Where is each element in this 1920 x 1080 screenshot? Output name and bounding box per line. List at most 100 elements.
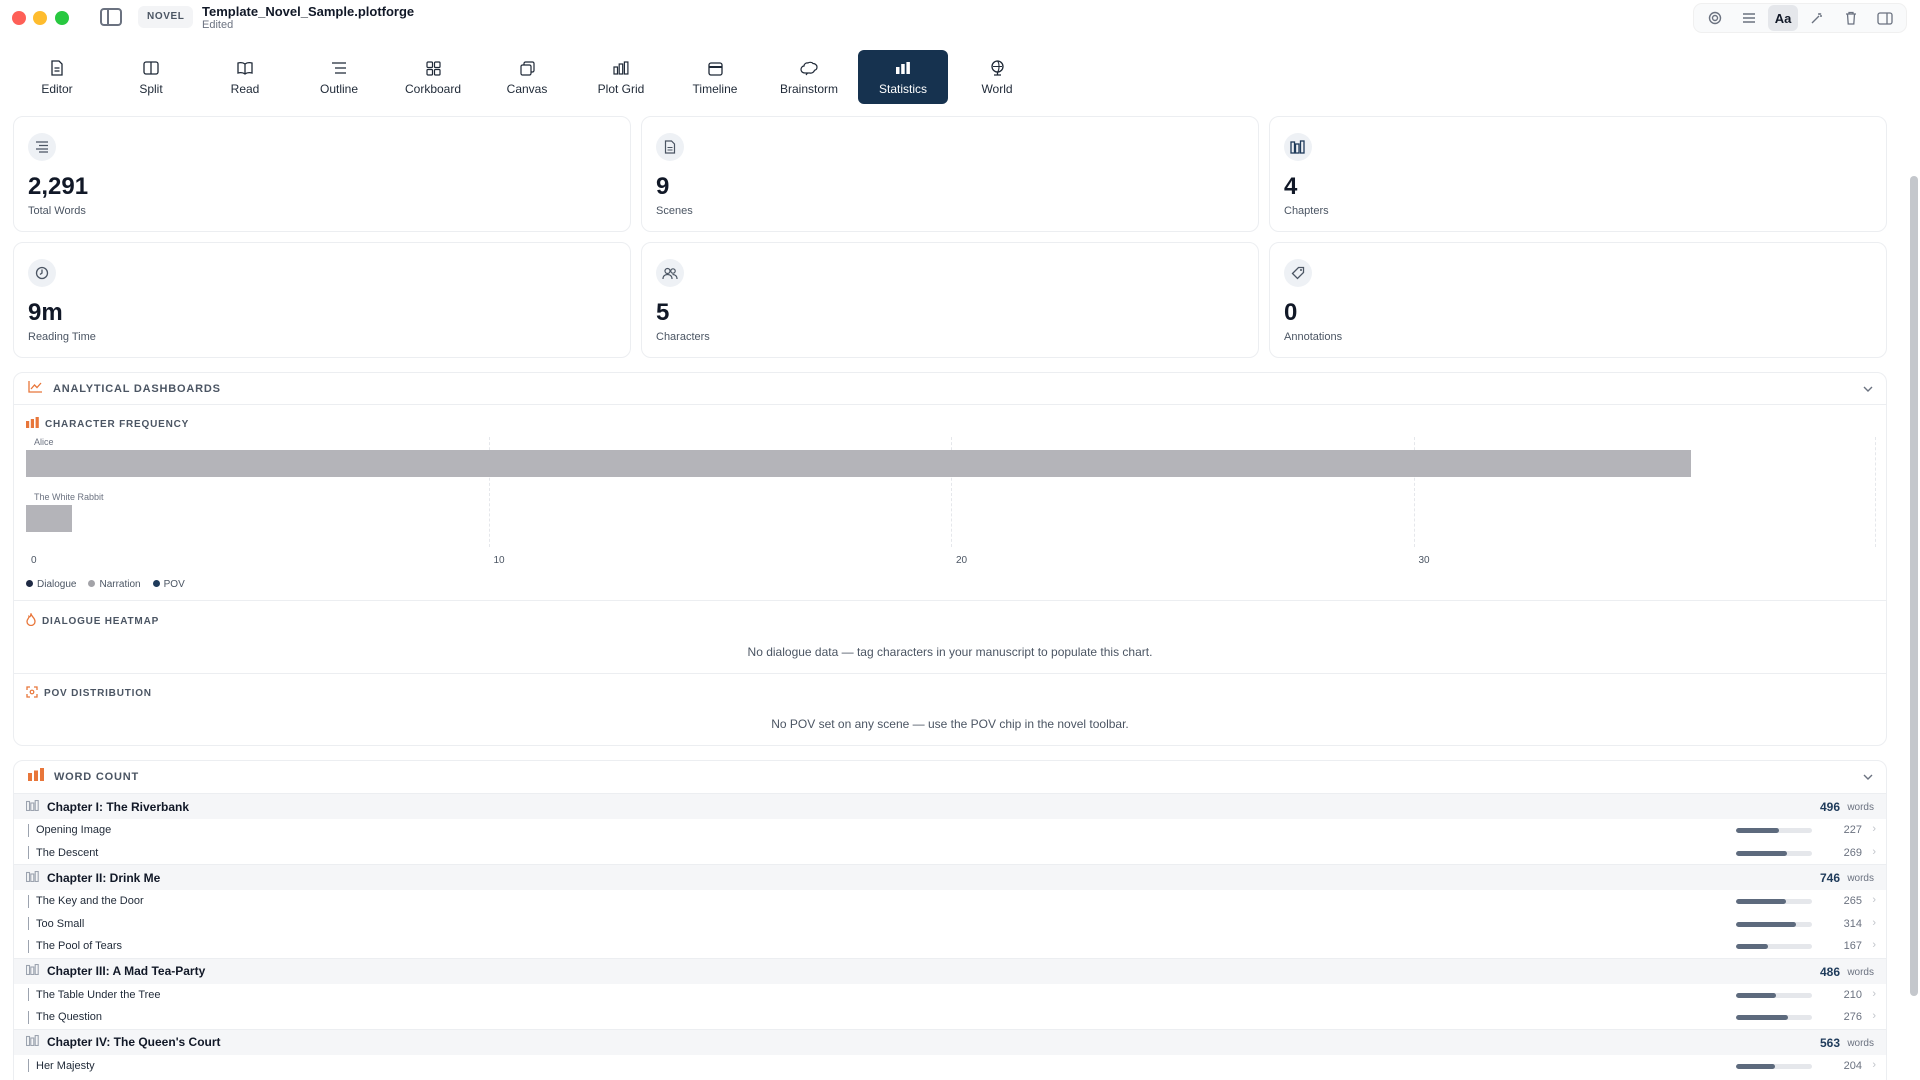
scrollbar-thumb[interactable] [1910, 176, 1918, 996]
project-type-badge: NOVEL [138, 6, 194, 28]
tab-statistics[interactable]: Statistics [858, 50, 948, 104]
section-title: DIALOGUE HEATMAP [42, 615, 160, 627]
list-icon[interactable] [1734, 5, 1764, 31]
mode-tabs: Editor Split Read Outline Corkboard Canv… [10, 50, 1044, 106]
scene-row[interactable]: Too Small 314 › [14, 913, 1886, 936]
scene-title: Too Small [36, 917, 85, 930]
globe-icon [990, 58, 1005, 78]
chevron-right-icon[interactable]: › [1872, 939, 1876, 951]
scene-row[interactable]: The Table Under the Tree 210 › [14, 984, 1886, 1007]
scene-row[interactable]: Opening Image 227 › [14, 819, 1886, 842]
stat-label: Scenes [656, 205, 693, 217]
chapter-word-unit: words [1847, 966, 1874, 978]
scene-row[interactable]: The Descent 269 › [14, 842, 1886, 865]
stat-value: 2,291 [28, 173, 89, 200]
chapter-row[interactable]: Chapter I: The Riverbank 496 words [14, 793, 1886, 819]
chapter-title: Chapter III: A Mad Tea-Party [47, 964, 206, 978]
stat-card-annotations: 0 Annotations [1269, 242, 1887, 358]
tab-read[interactable]: Read [198, 50, 292, 104]
word-count-header[interactable]: WORD COUNT [14, 761, 1886, 793]
chapter-row[interactable]: Chapter IV: The Queen's Court 563 words [14, 1028, 1886, 1055]
chapter-row[interactable]: Chapter II: Drink Me 746 words [14, 864, 1886, 890]
target-icon[interactable] [1700, 5, 1730, 31]
stat-value: 0 [1284, 299, 1298, 326]
tab-outline[interactable]: Outline [292, 50, 386, 104]
stat-label: Reading Time [28, 331, 96, 343]
bar[interactable] [26, 450, 1691, 477]
chevron-right-icon[interactable]: › [1872, 846, 1876, 858]
scene-indent-marker [28, 1010, 29, 1024]
word-count-list: Chapter I: The Riverbank 496 words Opening … [14, 793, 1886, 1080]
books-icon [25, 798, 39, 816]
scene-progress-fill [1736, 944, 1768, 949]
scene-title: The Key and the Door [36, 895, 144, 908]
chevron-down-icon[interactable] [1862, 770, 1874, 788]
scene-title: The Descent [36, 846, 99, 859]
scene-title: Her Majesty [36, 1059, 95, 1072]
character-frequency-chart: 0 10 20 30 Alice The White Rabbit [26, 437, 1876, 577]
trash-icon[interactable] [1836, 5, 1866, 31]
tab-label: Canvas [506, 82, 548, 96]
scene-word-count: 167 [1843, 940, 1862, 952]
analytical-dashboards-header[interactable]: ANALYTICAL DASHBOARDS [14, 373, 1886, 405]
chevron-right-icon[interactable]: › [1872, 917, 1876, 929]
bar[interactable] [26, 505, 73, 532]
stat-value: 9 [656, 173, 670, 200]
scene-indent-marker [28, 917, 29, 931]
tab-brainstorm[interactable]: Brainstorm [762, 50, 856, 104]
people-icon [656, 259, 684, 287]
scene-indent-marker [28, 846, 29, 860]
scene-row[interactable]: The Pool of Tears 167 › [14, 935, 1886, 958]
chevron-right-icon[interactable]: › [1872, 823, 1876, 835]
calendar-icon [707, 58, 723, 78]
chapter-word-unit: words [1847, 1037, 1874, 1049]
stat-value: 4 [1284, 173, 1298, 200]
scene-row[interactable]: The Question 276 › [14, 1006, 1886, 1029]
chevron-right-icon[interactable]: › [1872, 1059, 1876, 1071]
tab-world[interactable]: World [950, 50, 1044, 104]
scrollbar[interactable] [1908, 116, 1918, 1080]
chart-gridline [1875, 437, 1876, 547]
chevron-right-icon[interactable]: › [1872, 894, 1876, 906]
legend-dot [26, 580, 33, 587]
panel-icon[interactable] [1870, 5, 1900, 31]
minimize-window-button[interactable] [33, 11, 47, 25]
tab-split[interactable]: Split [104, 50, 198, 104]
wand-icon[interactable] [1802, 5, 1832, 31]
bar-chart-icon [26, 417, 39, 431]
tab-canvas[interactable]: Canvas [480, 50, 574, 104]
scene-row[interactable]: Her Majesty 204 › [14, 1055, 1886, 1078]
tab-editor[interactable]: Editor [10, 50, 104, 104]
tab-corkboard[interactable]: Corkboard [386, 50, 480, 104]
scene-progress-fill [1736, 850, 1788, 856]
scene-progress-track [1736, 921, 1812, 927]
statistics-content: 2,291 Total Words 9 Scenes 4 Chapters 9m… [13, 116, 1887, 1080]
chapter-word-count: 496 [1819, 800, 1840, 814]
scene-indent-marker [28, 894, 29, 908]
books-icon [25, 962, 39, 980]
pov-distribution-heading: POV DISTRIBUTION [26, 686, 1874, 701]
tab-timeline[interactable]: Timeline [668, 50, 762, 104]
scene-indent-marker [28, 823, 29, 837]
chevron-right-icon[interactable]: › [1872, 988, 1876, 1000]
chevron-down-icon[interactable] [1862, 382, 1874, 400]
zoom-window-button[interactable] [55, 11, 69, 25]
x-tick-label: 0 [31, 555, 37, 566]
stat-card-reading-time: 9m Reading Time [13, 242, 631, 358]
panel-title: WORD COUNT [54, 771, 139, 783]
tab-label: Brainstorm [779, 82, 838, 96]
chapter-word-unit: words [1847, 802, 1874, 813]
sidebar-toggle-icon[interactable] [100, 8, 122, 26]
chapter-row[interactable]: Chapter III: A Mad Tea-Party 486 words [14, 957, 1886, 984]
document-title: Template_Novel_Sample.plotforge [202, 4, 415, 19]
close-window-button[interactable] [12, 11, 26, 25]
stat-card-scenes: 9 Scenes [641, 116, 1259, 232]
tab-plot-grid[interactable]: Plot Grid [574, 50, 668, 104]
scene-row[interactable]: The Key and the Door 265 › [14, 890, 1886, 913]
chevron-right-icon[interactable]: › [1872, 1010, 1876, 1022]
focus-icon [26, 686, 38, 701]
scene-progress-track [1736, 1015, 1812, 1020]
scene-word-count: 210 [1843, 988, 1862, 1001]
font-icon[interactable]: Aa [1768, 5, 1798, 31]
stat-card-total-words: 2,291 Total Words [13, 116, 631, 232]
